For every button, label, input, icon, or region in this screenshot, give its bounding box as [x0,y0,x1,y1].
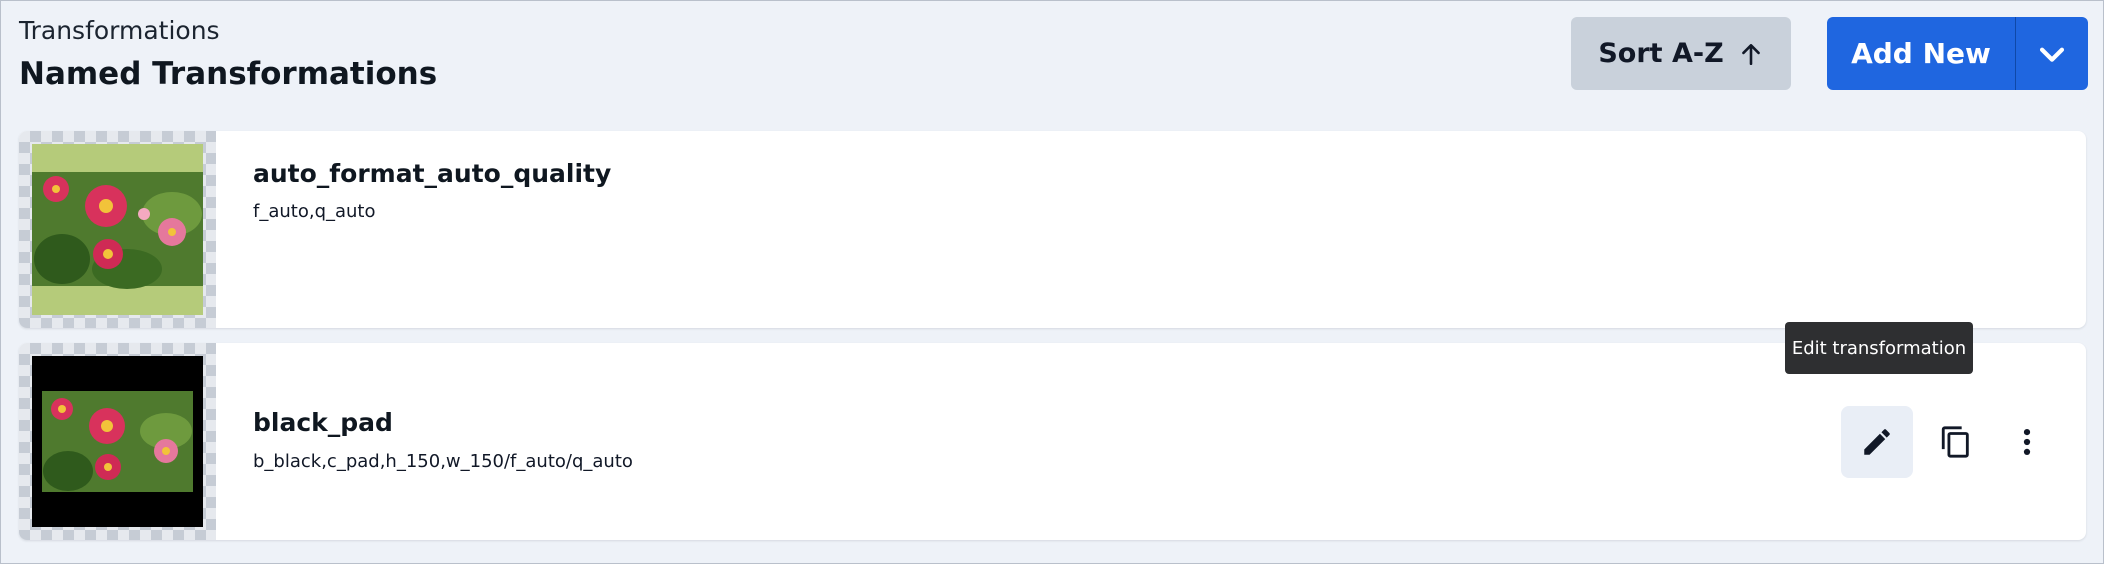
edit-transformation-button[interactable] [1841,406,1913,478]
page-title: Named Transformations [19,56,438,92]
transformation-row[interactable]: auto_format_auto_quality f_auto,q_auto [19,131,2086,328]
transformation-name[interactable]: auto_format_auto_quality [253,159,611,188]
transformation-name[interactable]: black_pad [253,408,393,437]
sort-button-label: Sort A-Z [1598,38,1724,69]
transformation-definition: f_auto,q_auto [253,201,376,222]
arrow-up-icon [1741,43,1760,65]
copy-icon [1941,426,1969,458]
pencil-icon [1864,429,1890,455]
edit-tooltip: Edit transformation [1785,322,1973,374]
transformation-row[interactable]: black_pad b_black,c_pad,h_150,w_150/f_au… [19,343,2086,540]
breadcrumb[interactable]: Transformations [19,16,220,45]
more-vert-icon [2023,428,2031,456]
add-new-menu-button[interactable] [2016,17,2088,90]
flower-preview [32,144,203,315]
add-new-label: Add New [1851,37,1991,70]
sort-button[interactable]: Sort A-Z [1571,17,1791,90]
add-new-button[interactable]: Add New [1827,17,2015,90]
chevron-down-icon [2039,47,2065,62]
transformation-definition: b_black,c_pad,h_150,w_150/f_auto/q_auto [253,451,633,472]
thumbnail-image [32,356,203,527]
duplicate-transformation-button[interactable] [1920,406,1992,478]
add-new-split-button: Add New [1827,17,2088,90]
thumbnail-image [32,144,203,315]
more-options-button[interactable] [1991,406,2063,478]
flower-preview [32,356,203,527]
transparency-checkerboard [19,343,216,540]
transparency-checkerboard [19,131,216,328]
